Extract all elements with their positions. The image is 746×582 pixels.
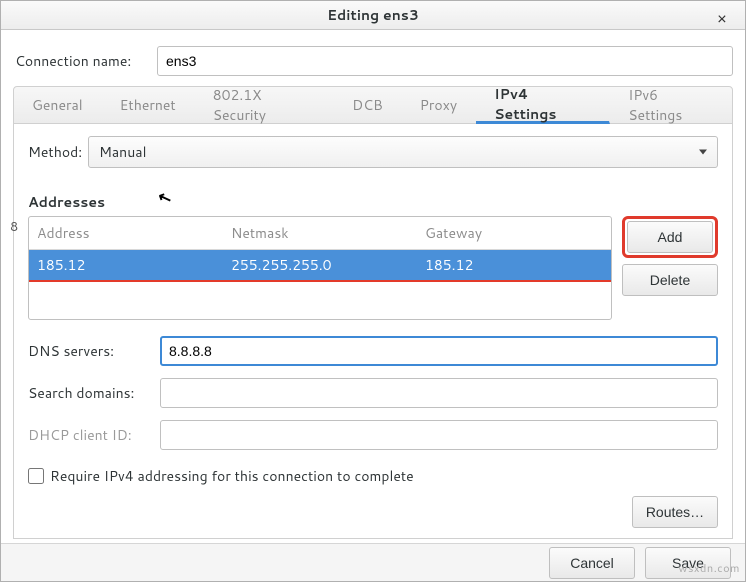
chevron-down-icon xyxy=(699,150,707,155)
tab-proxy[interactable]: Proxy xyxy=(402,87,476,123)
tab-ipv6-settings[interactable]: IPv6 Settings xyxy=(610,87,732,123)
connection-name-label: Connection name: xyxy=(13,51,157,71)
close-icon[interactable]: × xyxy=(711,9,733,31)
add-button[interactable]: Add xyxy=(627,221,713,253)
watermark: wsxdn.com xyxy=(678,560,740,576)
dhcp-row: DHCP client ID: xyxy=(28,420,718,450)
cursor-icon: ↖ xyxy=(154,185,174,211)
method-row: Method: Manual xyxy=(28,136,718,168)
row-gateway[interactable]: 185.12 xyxy=(417,250,611,280)
routes-button[interactable]: Routes… xyxy=(632,496,718,528)
tab-dcb[interactable]: DCB xyxy=(334,87,402,123)
tab-8021x-security[interactable]: 802.1X Security xyxy=(195,87,334,123)
dialog-footer: Cancel Save xyxy=(1,543,745,581)
col-netmask: Netmask xyxy=(223,217,417,249)
addresses-table[interactable]: Address Netmask Gateway 185.12 255.255.2… xyxy=(28,216,612,320)
method-select[interactable]: Manual xyxy=(88,136,718,168)
tab-ipv4-settings[interactable]: IPv4 Settings xyxy=(476,87,610,124)
connection-name-input[interactable] xyxy=(157,46,733,76)
table-row[interactable]: 185.12 255.255.255.0 185.12 xyxy=(29,250,611,282)
require-ipv4-row: Require IPv4 addressing for this connect… xyxy=(28,466,718,486)
delete-button[interactable]: Delete xyxy=(622,264,718,296)
tab-ethernet[interactable]: Ethernet xyxy=(102,87,195,123)
addresses-buttons: Add Delete xyxy=(622,216,718,320)
dns-label: DNS servers: xyxy=(28,341,160,361)
search-row: Search domains: xyxy=(28,378,718,408)
ipv4-panel: Method: Manual Addresses ↖ 8 Address Net… xyxy=(13,124,733,539)
window-title: Editing ens3 xyxy=(327,5,419,25)
add-button-highlight: Add xyxy=(622,216,718,258)
method-label: Method: xyxy=(28,142,88,162)
method-value: Manual xyxy=(99,142,146,162)
col-gateway: Gateway xyxy=(417,217,611,249)
tab-general[interactable]: General xyxy=(14,87,102,123)
connection-name-row: Connection name: xyxy=(13,46,733,76)
addresses-container: 8 Address Netmask Gateway 185.12 255.255… xyxy=(28,216,718,320)
titlebar: Editing ens3 × xyxy=(1,1,745,30)
addresses-heading: Addresses xyxy=(28,192,105,212)
dns-input[interactable] xyxy=(160,336,718,366)
dns-row: DNS servers: xyxy=(28,336,718,366)
tabs: General Ethernet 802.1X Security DCB Pro… xyxy=(13,86,733,124)
addresses-header: Address Netmask Gateway xyxy=(29,217,611,250)
addresses-label: Addresses ↖ xyxy=(28,192,718,212)
col-address: Address xyxy=(29,217,223,249)
row-address[interactable]: 185.12 xyxy=(29,250,223,280)
require-ipv4-label: Require IPv4 addressing for this connect… xyxy=(50,466,414,486)
routes-row: Routes… xyxy=(28,496,718,528)
content: Connection name: General Ethernet 802.1X… xyxy=(1,30,745,543)
require-ipv4-checkbox[interactable] xyxy=(28,468,44,484)
dialog-window: Editing ens3 × Connection name: General … xyxy=(0,0,746,582)
dhcp-label: DHCP client ID: xyxy=(28,425,160,445)
search-label: Search domains: xyxy=(28,383,160,403)
addresses-side-label: 8 xyxy=(10,218,18,236)
row-netmask[interactable]: 255.255.255.0 xyxy=(223,250,417,280)
dhcp-client-id-input xyxy=(160,420,718,450)
cancel-button[interactable]: Cancel xyxy=(549,547,635,579)
search-domains-input[interactable] xyxy=(160,378,718,408)
